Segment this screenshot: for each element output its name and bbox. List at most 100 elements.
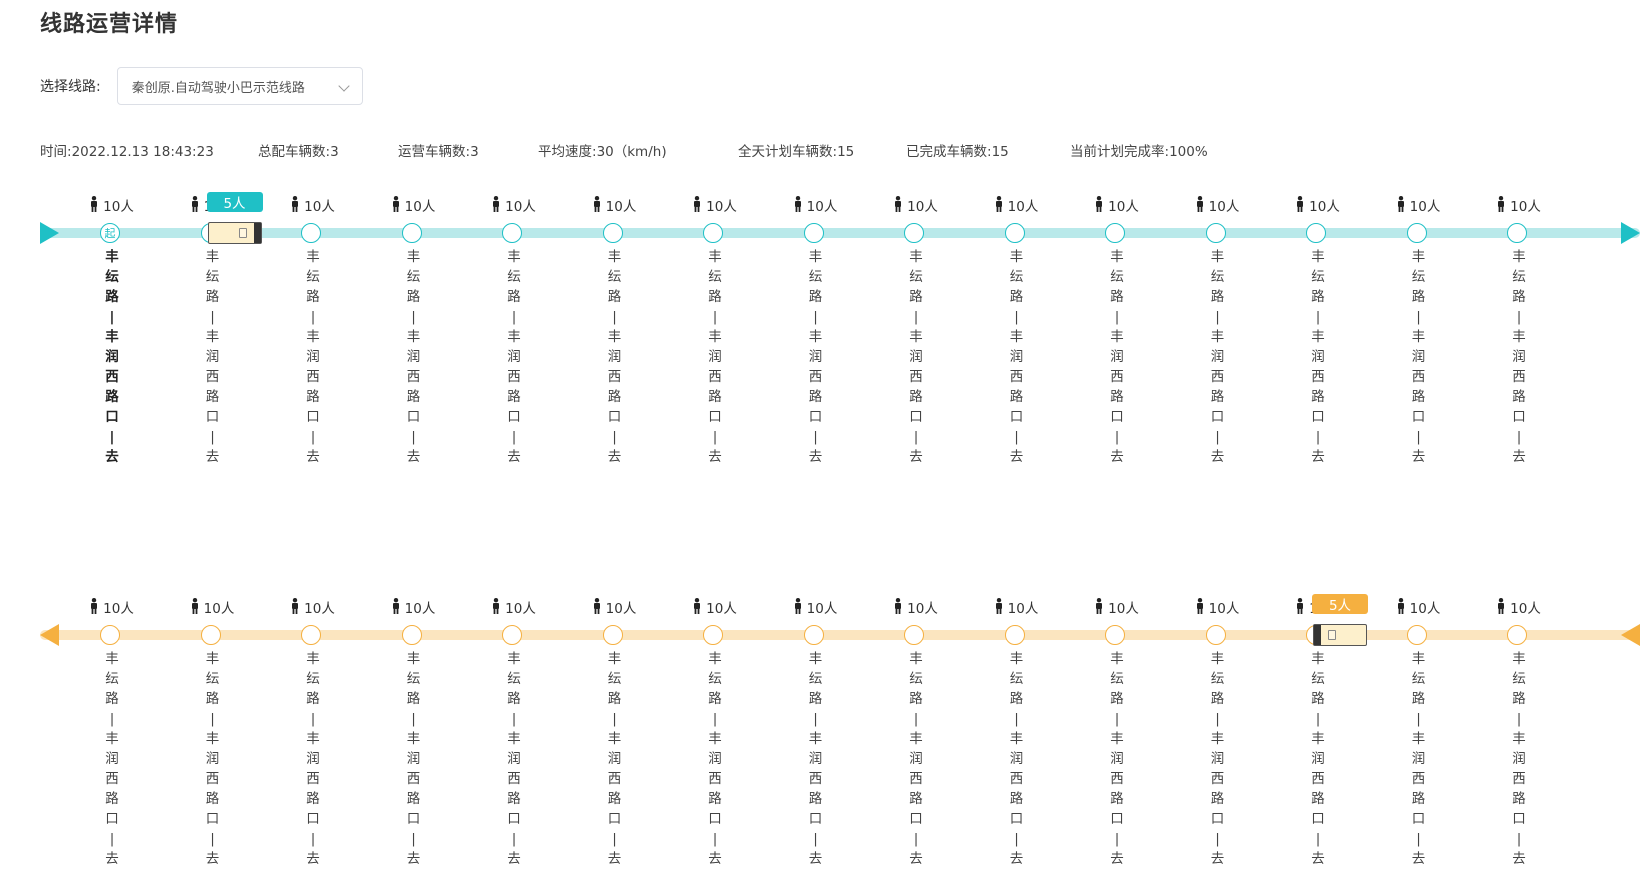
bus-window [1328,630,1336,640]
station-waiting-count: 10人 [1089,597,1145,617]
person-icon [191,598,198,614]
person-icon [392,598,399,614]
chevron-down-icon [338,80,350,92]
bus-passenger-badge[interactable]: 5人 [206,192,263,212]
station-node[interactable] [1306,223,1326,243]
bus-passenger-badge[interactable]: 5人 [1312,594,1368,614]
station-node[interactable] [602,625,623,645]
station-node[interactable] [602,223,623,243]
station-name: 丰 纭 路 | 丰 润 西 路 口 | 去 [507,651,521,867]
station-waiting-count: 10人 [486,597,542,617]
station-waiting-count: 10人 [1190,597,1246,617]
station-waiting-count: 10人 [285,195,341,215]
bus-front [1314,625,1321,645]
station-node[interactable] [904,223,924,243]
station-name: 丰 纭 路 | 丰 润 西 路 口 | 去 [105,651,119,867]
station-6[interactable]: 10人丰 纭 路 | 丰 润 西 路 口 | 去 [587,195,643,485]
station-node[interactable] [301,625,321,645]
station-waiting-count: 10人 [1491,597,1547,617]
page-title: 线路运营详情 [40,12,179,37]
station-1[interactable]: 10人丰 纭 路 | 丰 润 西 路 口 | 去 [84,597,140,887]
station-node[interactable] [1507,223,1527,243]
station-5[interactable]: 10人丰 纭 路 | 丰 润 西 路 口 | 去 [486,597,542,887]
station-4[interactable]: 10人丰 纭 路 | 丰 润 西 路 口 | 去 [386,195,442,485]
station-2[interactable]: 10人丰 纭 路 | 丰 润 西 路 口 | 去 [185,597,241,887]
person-icon [91,598,98,614]
station-waiting-count: 10人 [989,195,1045,215]
person-icon [1196,598,1203,614]
station-node[interactable] [1406,223,1427,243]
station-node[interactable] [1205,625,1226,645]
station-waiting-count: 10人 [185,597,241,617]
station-9[interactable]: 10人丰 纭 路 | 丰 润 西 路 口 | 去 [888,195,944,485]
start-station-node[interactable]: 起 [100,223,120,243]
station-node[interactable] [100,625,120,645]
station-node[interactable] [904,625,924,645]
station-waiting-count: 10人 [486,195,542,215]
station-node[interactable] [1105,625,1125,645]
person-icon [91,196,98,212]
station-name: 丰 纭 路 | 丰 润 西 路 口 | 去 [205,651,220,867]
station-waiting-count: 10人 [386,597,442,617]
station-node[interactable] [401,223,422,243]
station-12[interactable]: 10人丰 纭 路 | 丰 润 西 路 口 | 去 [1190,597,1246,887]
station-name: 丰 纭 路 | 丰 润 西 路 口 | 去 [105,249,119,465]
station-node[interactable] [703,223,723,243]
station-node[interactable] [803,223,824,243]
station-8[interactable]: 10人丰 纭 路 | 丰 润 西 路 口 | 去 [788,597,844,887]
station-7[interactable]: 10人丰 纭 路 | 丰 润 西 路 口 | 去 [687,195,743,485]
station-node[interactable] [803,625,824,645]
station-3[interactable]: 10人丰 纭 路 | 丰 润 西 路 口 | 去 [285,597,341,887]
station-waiting-count: 10人 [788,597,844,617]
station-name: 丰 纭 路 | 丰 润 西 路 口 | 去 [1411,651,1426,867]
person-icon [1297,196,1304,212]
station-node[interactable] [1105,223,1125,243]
station-12[interactable]: 10人丰 纭 路 | 丰 润 西 路 口 | 去 [1190,195,1246,485]
station-node[interactable] [1004,223,1025,243]
station-node[interactable] [1205,223,1226,243]
bus-icon[interactable] [207,222,262,244]
station-waiting-count: 10人 [1391,195,1447,215]
station-node[interactable] [502,223,522,243]
station-3[interactable]: 10人丰 纭 路 | 丰 润 西 路 口 | 去 [285,195,341,485]
station-10[interactable]: 10人丰 纭 路 | 丰 润 西 路 口 | 去 [989,195,1045,485]
station-waiting-count: 10人 [587,195,643,215]
station-node[interactable] [502,625,522,645]
direction-arrow-right-icon [1621,624,1640,646]
route-select-row: 选择线路: 秦创原.自动驾驶小巴示范线路 [40,66,363,106]
station-node[interactable] [1406,625,1427,645]
station-5[interactable]: 10人丰 纭 路 | 丰 润 西 路 口 | 去 [486,195,542,485]
station-10[interactable]: 10人丰 纭 路 | 丰 润 西 路 口 | 去 [989,597,1045,887]
station-node[interactable] [301,223,321,243]
station-6[interactable]: 10人丰 纭 路 | 丰 润 西 路 口 | 去 [587,597,643,887]
station-14[interactable]: 10人丰 纭 路 | 丰 润 西 路 口 | 去 [1391,195,1447,485]
station-7[interactable]: 10人丰 纭 路 | 丰 润 西 路 口 | 去 [687,597,743,887]
route-select[interactable]: 秦创原.自动驾驶小巴示范线路 [116,67,363,105]
station-waiting-count: 10人 [587,597,643,617]
station-1[interactable]: 10人起丰 纭 路 | 丰 润 西 路 口 | 去 [84,195,140,485]
person-icon [593,598,600,614]
station-15[interactable]: 10人丰 纭 路 | 丰 润 西 路 口 | 去 [1491,597,1547,887]
station-4[interactable]: 10人丰 纭 路 | 丰 润 西 路 口 | 去 [386,597,442,887]
station-node[interactable] [1004,625,1025,645]
station-waiting-count: 10人 [1391,597,1447,617]
person-icon [794,598,801,614]
stat-average-speed: 平均速度:30（km/h) [538,144,667,160]
station-13[interactable]: 10人丰 纭 路 | 丰 润 西 路 口 | 去 [1290,195,1346,485]
stat-completion-rate: 当前计划完成率:100% [1070,144,1208,160]
bus-icon[interactable] [1313,624,1367,646]
station-node[interactable] [1507,625,1527,645]
station-14[interactable]: 10人丰 纭 路 | 丰 润 西 路 口 | 去 [1391,597,1447,887]
station-8[interactable]: 10人丰 纭 路 | 丰 润 西 路 口 | 去 [788,195,844,485]
station-9[interactable]: 10人丰 纭 路 | 丰 润 西 路 口 | 去 [888,597,944,887]
station-node[interactable] [703,625,723,645]
station-name: 丰 纭 路 | 丰 润 西 路 口 | 去 [1110,651,1124,867]
station-node[interactable] [401,625,422,645]
station-11[interactable]: 10人丰 纭 路 | 丰 润 西 路 口 | 去 [1089,597,1145,887]
station-waiting-count: 10人 [84,195,140,215]
station-15[interactable]: 10人丰 纭 路 | 丰 润 西 路 口 | 去 [1491,195,1547,485]
station-node[interactable] [200,625,221,645]
route-select-value: 秦创原.自动驾驶小巴示范线路 [131,80,305,96]
station-11[interactable]: 10人丰 纭 路 | 丰 润 西 路 口 | 去 [1089,195,1145,485]
stat-time: 时间:2022.12.13 18:43:23 [40,144,214,160]
